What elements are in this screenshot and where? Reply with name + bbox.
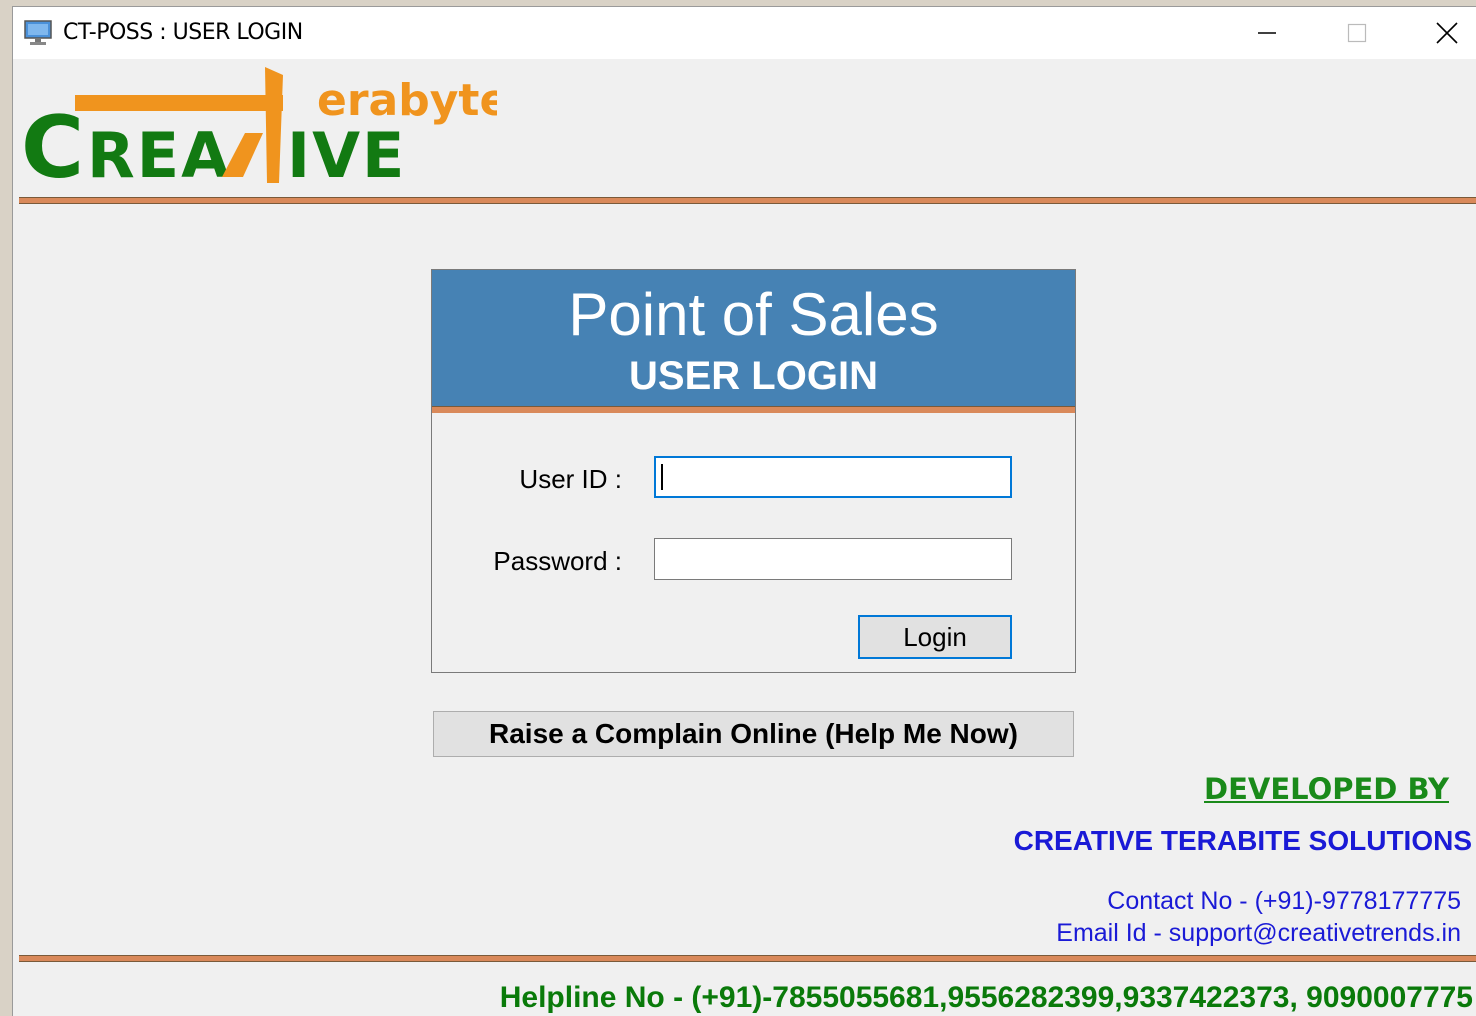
minimize-button[interactable]: [1222, 7, 1312, 59]
window-title: CT-POSS : USER LOGIN: [63, 20, 303, 45]
login-window: CT-POSS : USER LOGIN C REA IVE erabyte P…: [12, 6, 1476, 1016]
title-bar: CT-POSS : USER LOGIN: [13, 7, 1476, 59]
app-monitor-icon: [24, 20, 52, 45]
email-id: Email Id - support@creativetrends.in: [1056, 919, 1461, 947]
minimize-icon: [1258, 32, 1276, 34]
close-icon: [1436, 22, 1458, 44]
text-caret: [661, 464, 663, 490]
footer-divider: [19, 955, 1476, 962]
svg-text:C: C: [21, 98, 84, 195]
login-panel: Point of Sales USER LOGIN User ID : Pass…: [431, 269, 1076, 673]
company-name: CREATIVE TERABITE SOLUTIONS: [1013, 825, 1472, 856]
svg-text:IVE: IVE: [287, 119, 406, 192]
close-button[interactable]: [1402, 7, 1476, 59]
login-button[interactable]: Login: [858, 615, 1012, 659]
app-title: Point of Sales: [568, 281, 939, 348]
login-subtitle: USER LOGIN: [629, 354, 878, 398]
maximize-button[interactable]: [1312, 7, 1402, 59]
helpline-numbers: Helpline No - (+91)-7855055681,955628239…: [499, 981, 1473, 1014]
contact-number: Contact No - (+91)-9778177775: [1107, 887, 1461, 915]
raise-complain-button[interactable]: Raise a Complain Online (Help Me Now): [433, 711, 1074, 757]
developed-by-link[interactable]: DEVELOPED BY: [1204, 772, 1449, 806]
svg-text:erabyte: erabyte: [317, 75, 497, 126]
password-label: Password :: [493, 546, 622, 576]
login-header-divider: [432, 406, 1075, 413]
user-id-label: User ID :: [519, 464, 622, 494]
password-input[interactable]: [654, 538, 1012, 580]
creative-terabyte-logo: C REA IVE erabyte: [21, 67, 497, 195]
user-id-input[interactable]: [654, 456, 1012, 498]
header-divider: [19, 197, 1476, 204]
login-header: Point of Sales USER LOGIN: [432, 270, 1075, 406]
maximize-icon: [1347, 23, 1367, 43]
svg-text:REA: REA: [87, 119, 231, 192]
